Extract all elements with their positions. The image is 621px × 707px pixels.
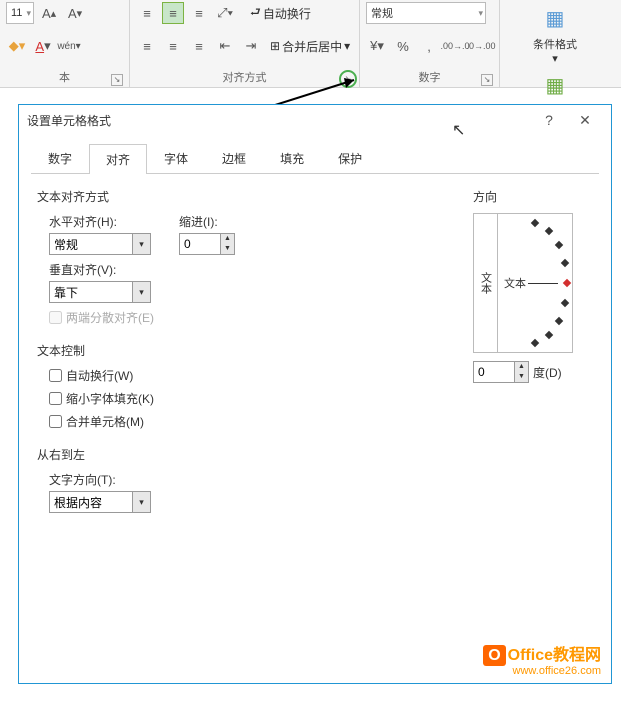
degrees-spinner[interactable]: ▲▼ [473,361,529,383]
comma-icon[interactable]: , [418,35,440,57]
percent-icon[interactable]: % [392,35,414,57]
h-align-label: 水平对齐(H): [49,213,151,230]
chevron-down-icon: ▾ [132,234,150,254]
orientation-dial[interactable]: 文本 [498,214,572,352]
spin-up-icon[interactable]: ▲ [221,234,234,244]
tab-fill[interactable]: 填充 [263,143,321,173]
font-size-combo[interactable]: 11 [6,2,34,24]
align-right-icon[interactable]: ≡ [188,35,210,57]
tab-number[interactable]: 数字 [31,143,89,173]
currency-icon[interactable]: ¥▾ [366,35,388,57]
align-left-icon[interactable]: ≡ [136,35,158,57]
text-alignment-section: 文本对齐方式 [37,188,453,205]
alignment-dialog-launcher[interactable]: ↘ [339,70,357,88]
alignment-group: ≡ ≡ ≡ ⤢▾ ⮐自动换行 ≡ ≡ ≡ ⇤ ⇥ ⊞合并后居中▾ 对齐方式↘ [130,0,360,88]
dialog-tabs: 数字 对齐 字体 边框 填充 保护 [31,143,599,174]
font-group-label: 本↘ [6,68,123,86]
watermark: OOffice教程网 www.office26.com [483,641,601,677]
spin-up-icon[interactable]: ▲ [515,362,528,372]
h-align-combo[interactable]: ▾ [49,233,151,255]
align-bottom-icon[interactable]: ≡ [188,2,210,24]
number-dialog-launcher[interactable]: ↘ [481,74,493,86]
dialog-titlebar: 设置单元格格式 ? ✕ [19,105,611,135]
chevron-down-icon: ▾ [132,282,150,302]
pinyin-icon[interactable]: wén▾ [58,35,80,57]
conditional-format-icon: ▦ [539,2,571,34]
orientation-section: 方向 [473,188,593,205]
text-direction-label: 文字方向(T): [49,471,453,488]
decrease-indent-icon[interactable]: ⇤ [214,35,236,57]
v-align-label: 垂直对齐(V): [49,261,453,278]
text-control-section: 文本控制 [37,342,453,359]
font-color-icon[interactable]: A▾ [32,35,54,57]
wrap-text-button[interactable]: ⮐自动换行 [250,3,311,24]
rtl-section: 从右到左 [37,446,453,463]
spin-down-icon[interactable]: ▼ [515,372,528,382]
dialog-title: 设置单元格格式 [27,112,531,129]
spin-down-icon[interactable]: ▼ [221,244,234,254]
v-align-combo[interactable]: ▾ [49,281,151,303]
distribute-checkbox: 两端分散对齐(E) [49,309,453,326]
tab-font[interactable]: 字体 [147,143,205,173]
degrees-label: 度(D) [533,364,562,381]
alignment-group-label: 对齐方式↘ [136,68,353,86]
font-dialog-launcher[interactable]: ↘ [111,74,123,86]
increase-decimal-icon[interactable]: .00→.0 [444,35,466,57]
decrease-font-icon[interactable]: A▾ [64,2,86,24]
tab-border[interactable]: 边框 [205,143,263,173]
wrap-icon: ⮐ [250,3,261,24]
orientation-control[interactable]: 文本 文本 [473,213,573,353]
number-format-combo[interactable]: 常规 [366,2,486,24]
decrease-decimal-icon[interactable]: .0→.00 [470,35,492,57]
text-direction-combo[interactable]: ▾ [49,491,151,513]
align-middle-icon[interactable]: ≡ [162,2,184,24]
shrink-fit-checkbox[interactable]: 缩小字体填充(K) [49,390,453,407]
format-table-icon: ▦ [539,69,571,101]
increase-font-icon[interactable]: A▴ [38,2,60,24]
fill-color-icon[interactable]: ◆▾ [6,35,28,57]
conditional-format-button[interactable]: ▦条件格式▾ [531,2,579,65]
orientation-icon[interactable]: ⤢▾ [214,2,236,24]
vertical-text-button[interactable]: 文本 [474,214,498,352]
number-group: 常规 ¥▾ % , .00→.0 .0→.00 数字↘ [360,0,500,88]
merge-icon: ⊞ [270,39,280,53]
align-center-icon[interactable]: ≡ [162,35,184,57]
wrap-text-checkbox[interactable]: 自动换行(W) [49,367,453,384]
indent-label: 缩进(I): [179,213,235,230]
indent-spinner[interactable]: ▲▼ [179,233,235,255]
styles-group: ▦条件格式▾ ▦套用 表格格式▾ [500,0,610,88]
merge-cells-checkbox[interactable]: 合并单元格(M) [49,413,453,430]
chevron-down-icon: ▾ [132,492,150,512]
align-top-icon[interactable]: ≡ [136,2,158,24]
format-cells-dialog: 设置单元格格式 ? ✕ 数字 对齐 字体 边框 填充 保护 文本对齐方式 水平对… [18,104,612,684]
merge-center-button[interactable]: ⊞合并后居中▾ [270,38,350,55]
increase-indent-icon[interactable]: ⇥ [240,35,262,57]
help-button[interactable]: ? [531,112,567,128]
tab-alignment[interactable]: 对齐 [89,144,147,174]
close-button[interactable]: ✕ [567,112,603,129]
ribbon: 11 A▴ A▾ ◆▾ A▾ wén▾ 本↘ ≡ ≡ ≡ ⤢▾ ⮐自动换行 ≡ … [0,0,621,88]
number-group-label: 数字↘ [366,68,493,86]
font-group: 11 A▴ A▾ ◆▾ A▾ wén▾ 本↘ [0,0,130,88]
tab-protection[interactable]: 保护 [321,143,379,173]
